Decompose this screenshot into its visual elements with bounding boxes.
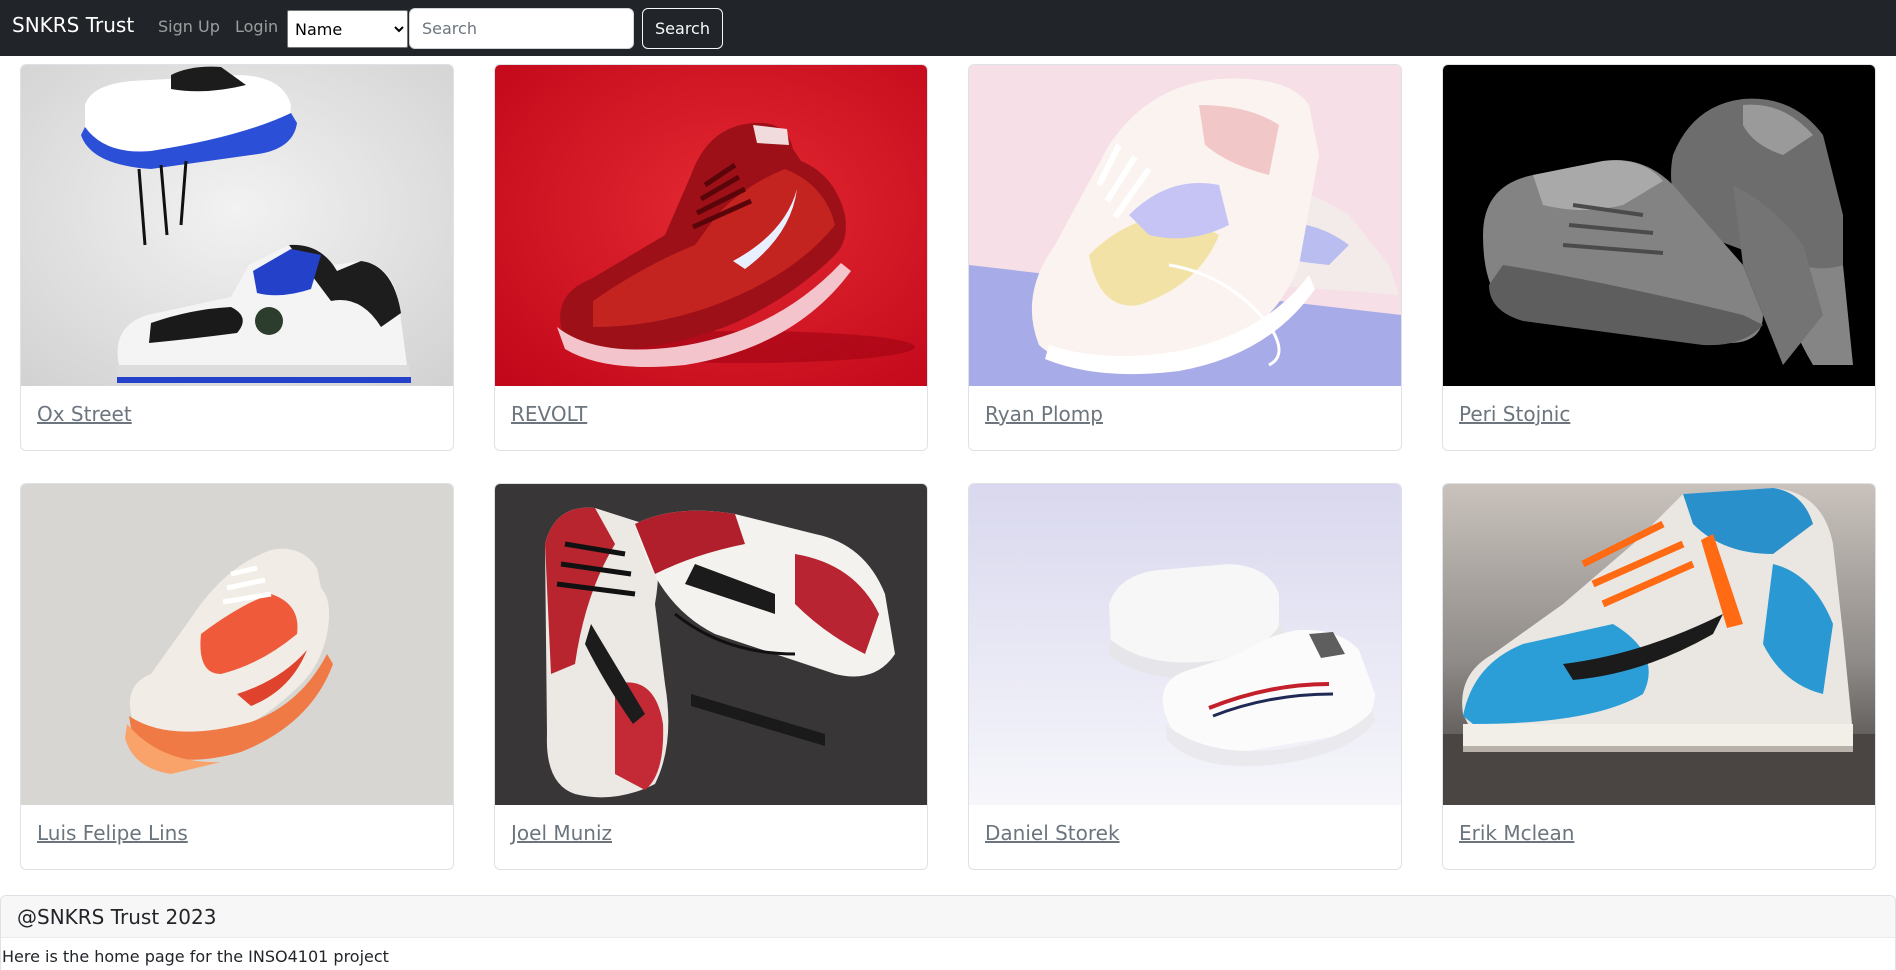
card-body: Joel Muniz [495, 805, 927, 869]
sneaker-card: REVOLT [494, 64, 928, 451]
top-navbar: SNKRS Trust Sign Up Login Name Search [0, 0, 1896, 56]
sneaker-photo-graphic [1443, 484, 1875, 805]
sneaker-photo-graphic [969, 65, 1401, 386]
sneaker-photo-graphic [1443, 65, 1875, 386]
card-body: Ryan Plomp [969, 386, 1401, 450]
brand-link[interactable]: SNKRS Trust [12, 13, 134, 37]
card-body: Ox Street [21, 386, 453, 450]
card-title-link[interactable]: REVOLT [511, 402, 587, 426]
sneaker-card: Ryan Plomp [968, 64, 1402, 451]
card-body: Daniel Storek [969, 805, 1401, 869]
search-button[interactable]: Search [642, 8, 723, 49]
card-body: REVOLT [495, 386, 927, 450]
footer-text: Here is the home page for the INSO4101 p… [2, 947, 389, 966]
card-title-link[interactable]: Daniel Storek [985, 821, 1120, 845]
sneaker-card: Luis Felipe Lins [20, 483, 454, 870]
search-filter-select[interactable]: Name [287, 10, 408, 48]
nav-sign-up-link[interactable]: Sign Up [158, 17, 220, 36]
sneaker-photo-graphic [21, 484, 453, 805]
card-title-link[interactable]: Ryan Plomp [985, 402, 1103, 426]
sneaker-card: Peri Stojnic [1442, 64, 1876, 451]
card-title-link[interactable]: Erik Mclean [1459, 821, 1574, 845]
footer-card: @SNKRS Trust 2023 Here is the home page … [0, 895, 1896, 970]
sneaker-card: Joel Muniz [494, 483, 928, 870]
card-image-peri-stojnic[interactable] [1443, 65, 1875, 386]
card-image-erik-mclean[interactable] [1443, 484, 1875, 805]
sneaker-photo-graphic [21, 65, 453, 386]
sneaker-card: Ox Street [20, 64, 454, 451]
nav-login-link[interactable]: Login [235, 17, 278, 36]
sneaker-card: Daniel Storek [968, 483, 1402, 870]
card-body: Luis Felipe Lins [21, 805, 453, 869]
card-title-link[interactable]: Joel Muniz [511, 821, 612, 845]
card-body: Erik Mclean [1443, 805, 1875, 869]
search-input[interactable] [409, 8, 634, 49]
footer-header: @SNKRS Trust 2023 [1, 896, 1895, 938]
card-title-link[interactable]: Peri Stojnic [1459, 402, 1570, 426]
sneaker-photo-graphic [969, 484, 1401, 805]
sneaker-photo-graphic [495, 65, 927, 386]
card-image-luis-felipe-lins[interactable] [21, 484, 453, 805]
card-image-revolt[interactable] [495, 65, 927, 386]
card-body: Peri Stojnic [1443, 386, 1875, 450]
sneaker-card: Erik Mclean [1442, 483, 1876, 870]
card-title-link[interactable]: Ox Street [37, 402, 132, 426]
card-image-daniel-storek[interactable] [969, 484, 1401, 805]
card-image-ryan-plomp[interactable] [969, 65, 1401, 386]
card-image-ox-street[interactable] [21, 65, 453, 386]
sneaker-photo-graphic [495, 484, 927, 805]
card-title-link[interactable]: Luis Felipe Lins [37, 821, 188, 845]
card-image-joel-muniz[interactable] [495, 484, 927, 805]
